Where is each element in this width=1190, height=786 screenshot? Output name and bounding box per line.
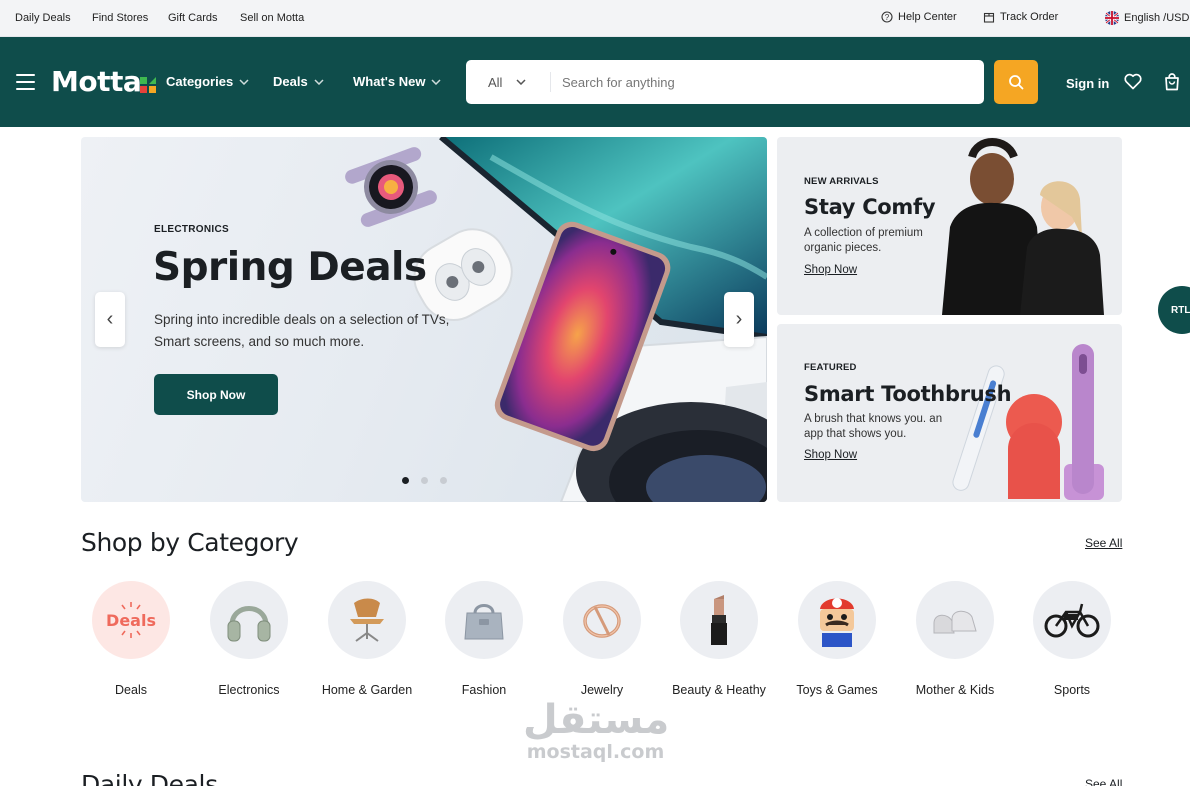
chair-icon xyxy=(328,581,406,659)
rtl-toggle-button[interactable]: RTL xyxy=(1158,286,1190,334)
category-sports[interactable]: Sports xyxy=(1013,581,1131,697)
nav-categories[interactable]: Categories xyxy=(166,74,249,89)
ring-icon xyxy=(563,581,641,659)
promo-card-new-arrivals: NEW ARRIVALS Stay Comfy A collection of … xyxy=(777,137,1122,315)
carousel-dots xyxy=(402,477,447,484)
headphones-icon xyxy=(210,581,288,659)
gift-cards-link[interactable]: Gift Cards xyxy=(168,12,218,24)
promo-tag: NEW ARRIVALS xyxy=(804,176,879,187)
category-label: Fashion xyxy=(461,683,507,697)
daily-deals-title: Daily Deals xyxy=(81,770,218,786)
search-category-label: All xyxy=(488,74,503,90)
promo-title: Smart Toothbrush xyxy=(804,382,1012,406)
category-mother-kids[interactable]: Mother & Kids xyxy=(896,581,1014,697)
track-order-label: Track Order xyxy=(1000,11,1059,23)
search-button[interactable] xyxy=(994,60,1038,104)
watermark-arabic: مستقل xyxy=(523,697,670,743)
hoodie-models-image xyxy=(942,138,1104,315)
category-jewelry[interactable]: Jewelry xyxy=(543,581,661,697)
hero-banner: ELECTRONICS Spring Deals Spring into inc… xyxy=(81,137,767,502)
promo-description: A brush that knows you. an app that show… xyxy=(804,413,943,440)
chevron-down-icon xyxy=(516,79,526,85)
chevron-down-icon xyxy=(239,78,249,85)
logo-mark-icon xyxy=(140,77,156,93)
nav-whats-new[interactable]: What's New xyxy=(353,74,441,89)
svg-text:?: ? xyxy=(885,13,890,22)
hero-category: ELECTRONICS xyxy=(154,224,229,235)
nav-whats-new-label: What's New xyxy=(353,74,426,89)
bicycle-icon xyxy=(1033,581,1111,659)
chevron-down-icon xyxy=(431,78,441,85)
promo-tag: FEATURED xyxy=(804,362,857,373)
toy-figure-icon xyxy=(798,581,876,659)
shopping-bag-icon[interactable] xyxy=(1164,73,1180,91)
track-order-link[interactable]: Track Order xyxy=(983,11,1058,23)
menu-icon[interactable] xyxy=(16,74,35,90)
language-currency-selector[interactable]: English /USD xyxy=(1105,11,1189,25)
hero-description: Spring into incredible deals on a select… xyxy=(154,312,450,349)
category-label: Home & Garden xyxy=(321,683,413,697)
hero-title: Spring Deals xyxy=(153,245,427,290)
category-fashion[interactable]: Fashion xyxy=(425,581,543,697)
promo-card-featured: FEATURED Smart Toothbrush A brush that k… xyxy=(777,324,1122,502)
daily-deals-link[interactable]: Daily Deals xyxy=(15,12,71,24)
nav-deals-label: Deals xyxy=(273,74,308,89)
sell-on-motta-link[interactable]: Sell on Motta xyxy=(240,12,304,24)
category-label: Electronics xyxy=(218,683,280,697)
nav-categories-label: Categories xyxy=(166,74,234,89)
category-label: Toys & Games xyxy=(796,683,878,697)
search-bar: All xyxy=(466,60,984,104)
promo-title: Stay Comfy xyxy=(804,195,936,219)
category-deals[interactable]: Deals Deals xyxy=(72,581,190,697)
category-label: Sports xyxy=(1053,683,1091,697)
carousel-dot[interactable] xyxy=(402,477,409,484)
main-header: Motta Categories Deals What's New All Si… xyxy=(0,37,1190,127)
chevron-left-icon[interactable]: ‹ xyxy=(95,292,125,347)
search-category-select[interactable]: All xyxy=(466,60,550,104)
toothbrush-product-image xyxy=(952,344,1104,500)
search-icon xyxy=(1009,75,1024,90)
category-toys-games[interactable]: Toys & Games xyxy=(778,581,896,697)
carousel-dot[interactable] xyxy=(421,477,428,484)
category-label: Mother & Kids xyxy=(915,683,995,697)
heart-icon[interactable] xyxy=(1124,73,1142,90)
search-input[interactable] xyxy=(562,60,972,104)
category-label: Deals xyxy=(115,683,147,697)
language-label: English /USD xyxy=(1124,12,1190,24)
category-home-garden[interactable]: Home & Garden xyxy=(308,581,426,697)
category-electronics[interactable]: Electronics xyxy=(190,581,308,697)
hero-shop-now-button[interactable]: Shop Now xyxy=(154,374,278,415)
deals-badge-text: Deals xyxy=(106,611,156,630)
sign-in-link[interactable]: Sign in xyxy=(1066,76,1109,91)
chevron-down-icon xyxy=(314,78,324,85)
nav-deals[interactable]: Deals xyxy=(273,74,324,89)
promo-shop-now-link[interactable]: Shop Now xyxy=(804,264,857,276)
promo-shop-now-link[interactable]: Shop Now xyxy=(804,449,857,461)
watermark-latin: mostaql.com xyxy=(526,741,665,763)
handbag-icon xyxy=(445,581,523,659)
chevron-right-icon[interactable]: › xyxy=(724,292,754,347)
categories-see-all-link[interactable]: See All xyxy=(1085,536,1122,550)
category-label: Jewelry xyxy=(580,683,624,697)
package-icon xyxy=(983,12,995,23)
help-circle-icon: ? xyxy=(881,11,893,23)
help-center-label: Help Center xyxy=(898,11,957,23)
uk-flag-icon xyxy=(1105,11,1119,25)
help-center-link[interactable]: ? Help Center xyxy=(881,11,957,23)
utility-bar: Daily Deals Find Stores Gift Cards Sell … xyxy=(0,0,1190,37)
category-label: Beauty & Heathy xyxy=(672,683,766,697)
find-stores-link[interactable]: Find Stores xyxy=(92,12,148,24)
watermark-logo: مستقل mostaql.com xyxy=(523,697,670,763)
shop-by-category-title: Shop by Category xyxy=(81,528,299,557)
baby-shoes-icon xyxy=(916,581,994,659)
carousel-dot[interactable] xyxy=(440,477,447,484)
logo[interactable]: Motta xyxy=(51,65,142,98)
search-divider xyxy=(550,72,551,92)
daily-deals-see-all-link[interactable]: See All xyxy=(1085,777,1122,786)
deals-icon: Deals xyxy=(92,581,170,659)
category-beauty[interactable]: Beauty & Heathy xyxy=(660,581,778,697)
promo-description: A collection of premium organic pieces. xyxy=(804,227,923,254)
lipstick-icon xyxy=(680,581,758,659)
